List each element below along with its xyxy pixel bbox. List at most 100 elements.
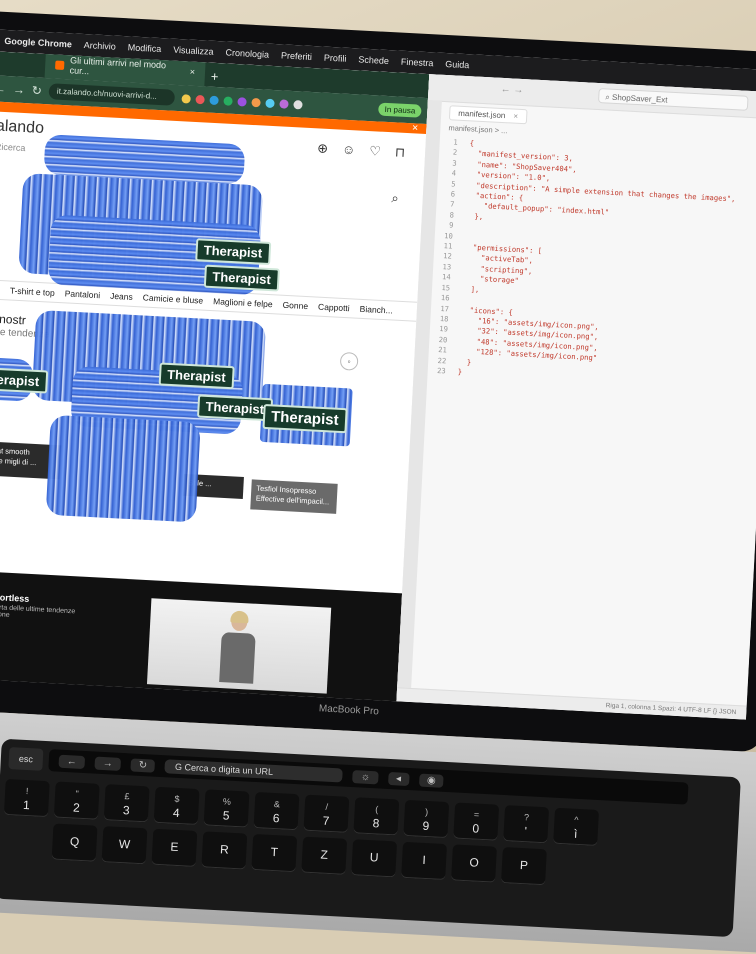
key-shift-symbol: ( <box>354 801 399 817</box>
promo-card-grey[interactable]: Tesfiol Insopresso Effective dell'impaci… <box>250 479 337 513</box>
search-icon[interactable]: ⌕ <box>391 190 399 206</box>
number-key[interactable]: )9 <box>403 800 449 838</box>
letter-key[interactable]: O <box>451 844 497 882</box>
key-symbol: 1 <box>23 798 30 812</box>
letter-key[interactable]: P <box>501 847 547 885</box>
extension-icon[interactable] <box>223 96 232 105</box>
touchbar-siri-icon[interactable]: ◉ <box>419 773 444 787</box>
touchbar-reload-icon[interactable]: ↻ <box>130 758 155 772</box>
key-shift-symbol: ? <box>504 809 549 825</box>
editor-nav-arrows-icon[interactable]: ← → <box>500 84 523 96</box>
touchbar-forward-icon[interactable]: → <box>94 756 121 770</box>
code-text: } <box>458 357 471 367</box>
code-text: }, <box>466 211 484 221</box>
editor-breadcrumb[interactable]: manifest.json > ... <box>448 123 507 135</box>
zalando-page: alando Ricerca ⊕ ☺ ♡ ⊓ ⌕ AbitiT-shirt e … <box>0 111 426 573</box>
number-key[interactable]: !1 <box>4 779 50 817</box>
reload-icon[interactable]: ↻ <box>32 83 43 98</box>
category-link[interactable]: Cappotti <box>318 302 350 314</box>
key-shift-symbol: / <box>304 799 349 815</box>
menu-item[interactable]: Google Chrome <box>4 36 72 50</box>
menu-item[interactable]: Modifica <box>128 42 162 54</box>
number-key[interactable]: ?' <box>503 805 549 843</box>
close-tab-icon[interactable]: × <box>190 67 196 77</box>
letter-key[interactable]: Z <box>301 837 347 875</box>
key-symbol: 5 <box>222 808 229 822</box>
globe-icon[interactable]: ⊕ <box>317 140 329 157</box>
letter-key[interactable]: W <box>102 826 148 864</box>
extension-icon[interactable] <box>251 97 260 106</box>
key-symbol: 7 <box>322 814 329 828</box>
menu-item[interactable]: Finestra <box>401 57 434 69</box>
number-key[interactable]: &6 <box>254 792 300 830</box>
letter-key[interactable]: E <box>152 829 198 867</box>
close-tab-icon[interactable]: × <box>513 112 518 121</box>
letter-key[interactable]: T <box>251 834 297 872</box>
key-symbol: 4 <box>173 806 180 820</box>
new-tab-button[interactable]: + <box>210 69 218 84</box>
number-key[interactable]: "2 <box>54 782 100 820</box>
touchbar-volume-icon[interactable]: ◂ <box>388 771 410 785</box>
header-icons: ⊕ ☺ ♡ ⊓ <box>317 140 406 161</box>
letter-key[interactable]: I <box>401 842 447 880</box>
category-link[interactable]: Camicie e bluse <box>143 292 204 305</box>
category-link[interactable]: Jeans <box>110 291 133 302</box>
carousel-more-icon[interactable]: ◦ <box>340 352 359 371</box>
menu-item[interactable]: Visualizza <box>173 45 214 57</box>
number-key[interactable]: /7 <box>304 795 350 833</box>
touchbar-url-field[interactable]: G Cerca o digita un URL <box>165 759 344 782</box>
zalando-logo[interactable]: alando <box>0 118 44 138</box>
number-key[interactable]: $4 <box>154 787 200 825</box>
model-photo[interactable] <box>147 598 331 693</box>
therapist-label: Therapist <box>197 394 273 421</box>
address-bar[interactable]: it.zalando.ch/nuovi-arrivi-d... <box>49 83 176 106</box>
letter-key[interactable]: R <box>201 831 247 869</box>
key-symbol: 0 <box>472 821 479 835</box>
esc-key[interactable]: esc <box>8 747 43 771</box>
letter-key[interactable]: U <box>351 839 397 877</box>
therapist-label: Therapist <box>0 367 48 394</box>
editorial-subtitle: Alla scoperta delle ultime tendenze dell… <box>0 603 77 623</box>
therapist-label: Therapist <box>262 404 347 433</box>
category-link[interactable]: T-shirt e top <box>10 285 55 297</box>
account-icon[interactable]: ☺ <box>342 142 356 159</box>
editor-file-tab[interactable]: manifest.json× <box>449 105 527 124</box>
forward-icon[interactable]: → <box>13 82 26 97</box>
back-icon[interactable]: ← <box>0 81 6 96</box>
letter-key[interactable]: Q <box>52 823 98 861</box>
number-key[interactable]: (8 <box>353 797 399 835</box>
number-key[interactable]: ^ì <box>553 808 599 846</box>
category-link[interactable]: Gonne <box>282 300 308 311</box>
menu-item[interactable]: Profili <box>324 53 347 64</box>
key-symbol: 8 <box>372 816 379 830</box>
menu-item[interactable]: Schede <box>358 54 389 66</box>
category-link[interactable]: Pantaloni <box>64 288 100 300</box>
number-key[interactable]: £3 <box>104 784 150 822</box>
profile-paused-button[interactable]: In pausa <box>378 102 421 117</box>
therapist-label: Therapist <box>159 362 235 389</box>
category-link[interactable]: Bianch... <box>359 304 393 316</box>
key-symbol: ì <box>574 827 578 841</box>
touchbar-brightness-icon[interactable]: ☼ <box>353 770 379 784</box>
number-key[interactable]: %5 <box>204 789 250 827</box>
number-key[interactable]: =0 <box>453 802 499 840</box>
extension-icon[interactable] <box>265 98 274 107</box>
category-link[interactable]: Maglioni e felpe <box>213 296 273 309</box>
bag-icon[interactable]: ⊓ <box>395 144 406 161</box>
menu-item[interactable]: Guida <box>445 59 470 70</box>
key-shift-symbol: = <box>454 806 499 822</box>
extension-icon[interactable] <box>237 97 246 106</box>
menu-item[interactable]: Cronologia <box>225 47 269 59</box>
command-search-input[interactable]: ⌕ ShopSaver_Ext <box>598 88 749 111</box>
extension-icon[interactable] <box>279 99 288 108</box>
extension-icon[interactable] <box>182 94 191 103</box>
touchbar-back-icon[interactable]: ← <box>58 754 85 768</box>
menu-item[interactable]: Preferiti <box>281 50 312 62</box>
extension-icon[interactable] <box>195 94 204 103</box>
extension-icon[interactable] <box>209 95 218 104</box>
extension-icon[interactable] <box>293 100 302 109</box>
menu-item[interactable]: Archivio <box>84 40 116 52</box>
search-hint[interactable]: Ricerca <box>0 141 26 153</box>
code-area[interactable]: 1{2 "manifest_version": 3,3 "name": "Sho… <box>421 136 737 391</box>
wishlist-heart-icon[interactable]: ♡ <box>369 143 381 160</box>
